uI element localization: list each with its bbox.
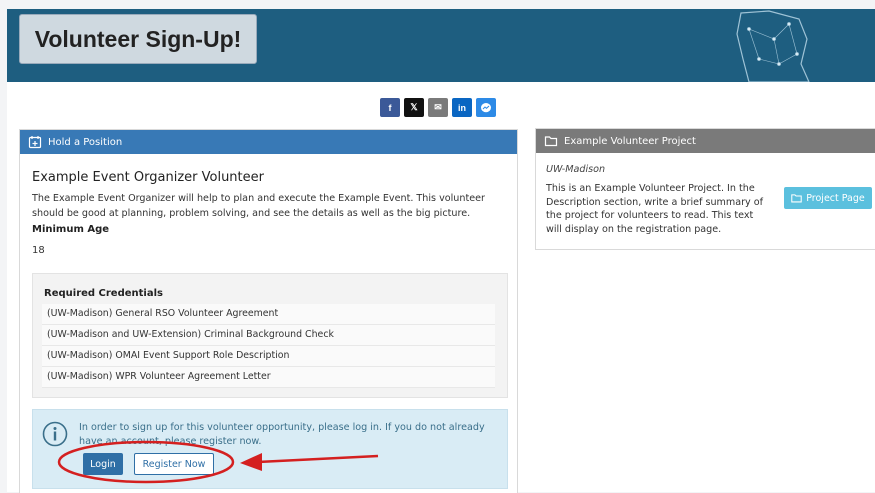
site-header: Volunteer Sign-Up!: [7, 9, 875, 82]
credentials-title: Required Credentials: [44, 288, 163, 299]
credentials-list: (UW-Madison) General RSO Volunteer Agree…: [42, 304, 495, 388]
project-panel-header: Example Volunteer Project: [536, 129, 875, 153]
info-icon: [42, 421, 68, 447]
login-button[interactable]: Login: [83, 453, 123, 475]
login-message: In order to sign up for this volunteer o…: [79, 422, 485, 447]
position-title: Example Event Organizer Volunteer: [32, 170, 264, 185]
messenger-share-button[interactable]: [476, 98, 496, 117]
messenger-icon: [481, 102, 491, 112]
position-description: The Example Event Organizer will help to…: [32, 193, 485, 219]
position-panel-header: Hold a Position: [20, 130, 517, 154]
email-share-button[interactable]: ✉: [428, 98, 448, 117]
folder-icon: [544, 136, 558, 147]
position-panel-title: Hold a Position: [48, 136, 123, 148]
x-icon: 𝕏: [410, 102, 418, 112]
x-share-button[interactable]: 𝕏: [404, 98, 424, 117]
credential-item: (UW-Madison) WPR Volunteer Agreement Let…: [42, 367, 495, 388]
register-now-button[interactable]: Register Now: [134, 453, 214, 475]
project-organization: UW-Madison: [546, 164, 606, 175]
required-credentials-box: Required Credentials (UW-Madison) Genera…: [32, 273, 508, 398]
project-panel: Example Volunteer Project UW-Madison Thi…: [535, 128, 875, 250]
login-prompt-box: In order to sign up for this volunteer o…: [32, 409, 508, 489]
minimum-age-value: 18: [32, 245, 45, 256]
linkedin-icon: in: [458, 102, 466, 113]
linkedin-share-button[interactable]: in: [452, 98, 472, 117]
minimum-age-label: Minimum Age: [32, 224, 110, 235]
share-buttons: f 𝕏 ✉ in: [380, 98, 496, 117]
credential-item: (UW-Madison and UW-Extension) Criminal B…: [42, 325, 495, 346]
project-description: This is an Example Volunteer Project. In…: [546, 183, 764, 235]
credential-item: (UW-Madison) OMAI Event Support Role Des…: [42, 346, 495, 367]
position-panel: Hold a Position Example Event Organizer …: [19, 129, 518, 493]
facebook-icon: f: [388, 102, 392, 113]
project-panel-title: Example Volunteer Project: [564, 135, 696, 147]
email-icon: ✉: [434, 102, 442, 112]
project-page-label: Project Page: [806, 192, 865, 204]
page-title: Volunteer Sign-Up!: [34, 25, 242, 52]
calendar-plus-icon: [28, 136, 42, 149]
folder-icon: [791, 194, 802, 203]
page-title-box: Volunteer Sign-Up!: [19, 14, 257, 64]
credential-item: (UW-Madison) General RSO Volunteer Agree…: [42, 304, 495, 325]
project-page-button[interactable]: Project Page: [784, 187, 872, 209]
wisconsin-map-icon: [736, 10, 810, 82]
facebook-share-button[interactable]: f: [380, 98, 400, 117]
